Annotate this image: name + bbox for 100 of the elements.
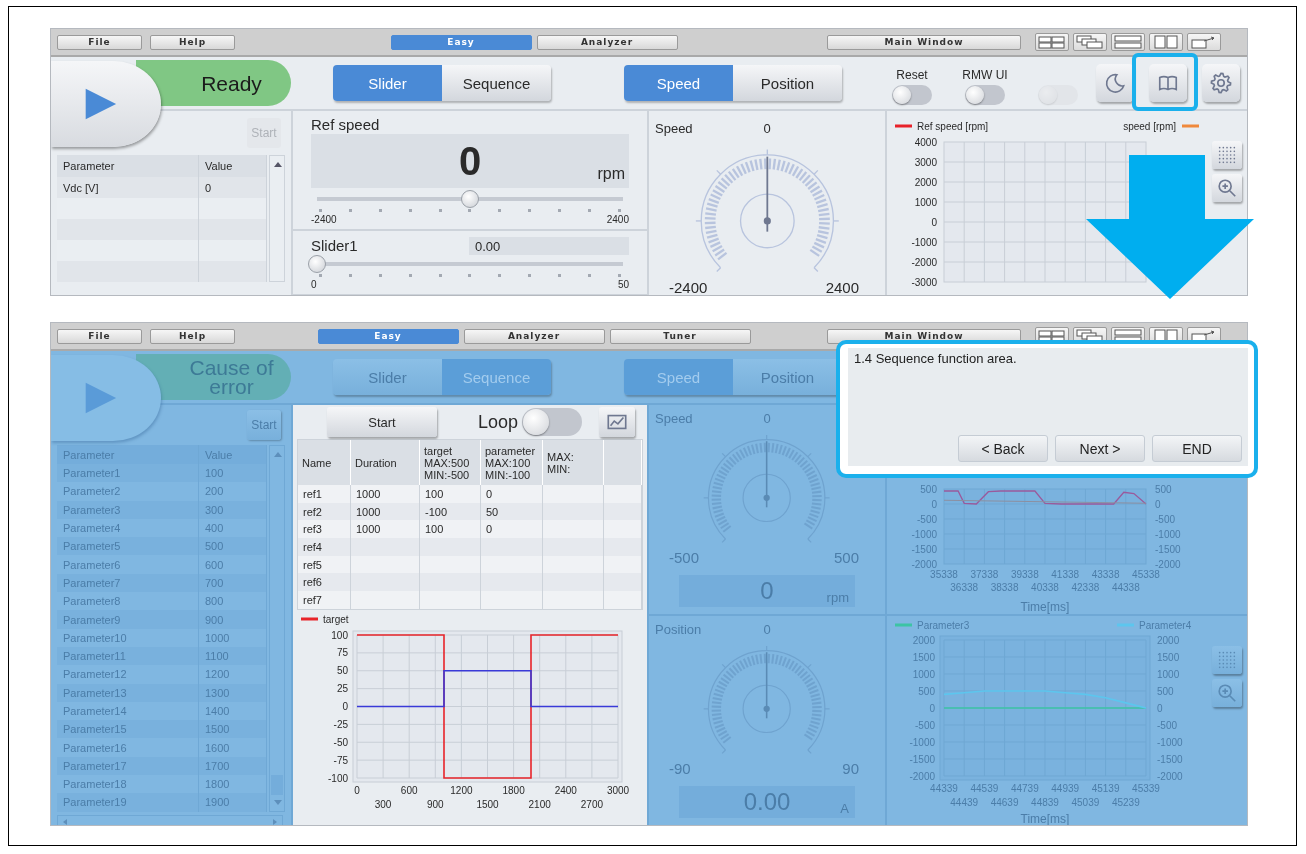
- axis-tick-label: 44439: [950, 797, 979, 808]
- toggle-label: Reset: [896, 68, 928, 82]
- axis-tick-label: 45139: [1091, 783, 1120, 794]
- moon-icon: [1104, 72, 1126, 94]
- axis-tick-label: 2400: [554, 784, 577, 796]
- axis-tick-label: 44338: [1111, 582, 1140, 593]
- mode-tab[interactable]: Tuner: [609, 328, 751, 344]
- toggle-switch[interactable]: [965, 85, 1005, 105]
- legend-label: target: [323, 613, 349, 625]
- axis-tick-label: 36338: [950, 582, 979, 593]
- scale-label: 50: [617, 279, 629, 291]
- tour-button[interactable]: END: [1152, 435, 1242, 462]
- toggle-switch[interactable]: [892, 85, 932, 105]
- view-tab[interactable]: Slider: [333, 65, 442, 101]
- vertical-scrollbar[interactable]: [269, 155, 285, 282]
- tour-button[interactable]: < Back: [958, 435, 1048, 462]
- axis-tick-label: 45039: [1071, 797, 1100, 808]
- gauge-value: 0: [763, 120, 771, 136]
- legend-label: speed [rpm]: [1123, 120, 1176, 132]
- axis-tick-label: 50: [336, 665, 348, 677]
- table-cell: 1000: [351, 502, 420, 521]
- layout-button[interactable]: [1111, 33, 1145, 51]
- mode-tab[interactable]: Easy: [317, 328, 459, 344]
- layout-button[interactable]: [1035, 33, 1069, 51]
- gauge-value: 0: [763, 410, 771, 426]
- axis-tick-label: -1000: [911, 236, 937, 248]
- zoom-button[interactable]: [1212, 679, 1242, 707]
- layout-button[interactable]: [1073, 33, 1107, 51]
- table-cell: -100: [420, 502, 481, 521]
- menu-button[interactable]: Help: [150, 328, 235, 344]
- table-cell: ref2: [298, 502, 351, 521]
- layout-button[interactable]: [1149, 33, 1183, 51]
- slider-thumb[interactable]: [308, 255, 326, 273]
- menu-button[interactable]: Help: [150, 34, 235, 50]
- axis-tick-label: 4000: [914, 136, 937, 148]
- axis-tick-label: 39338: [1010, 569, 1039, 580]
- slider-thumb[interactable]: [461, 190, 479, 208]
- axis-tick-label: 2000: [914, 176, 937, 188]
- mode-tab[interactable]: Easy: [390, 34, 532, 50]
- axis-tick-label: -1000: [909, 736, 935, 748]
- axis-tick-label: 44639: [990, 797, 1019, 808]
- axis-tick-label: 75: [336, 647, 348, 659]
- scale-label: -2400: [311, 214, 337, 226]
- toggle-switch[interactable]: [522, 408, 583, 436]
- scale-label: -2400: [669, 279, 708, 295]
- book-button[interactable]: [1149, 64, 1187, 102]
- axis-tick-label: 1800: [502, 784, 525, 796]
- axis-tick-label: 37338: [970, 569, 999, 580]
- mode-tab[interactable]: Analyzer: [536, 34, 678, 50]
- axis-tick-label: 900: [426, 798, 444, 810]
- view-tab[interactable]: Sequence: [442, 65, 551, 101]
- menu-button[interactable]: File: [57, 34, 142, 50]
- axis-tick-label: 1200: [450, 784, 473, 796]
- table-cell: Parameter16: [57, 738, 199, 757]
- start-button[interactable]: Start: [327, 407, 437, 437]
- legend-label: Parameter3: [917, 619, 970, 631]
- scale-label: 0: [311, 279, 317, 291]
- chart-button[interactable]: [599, 407, 636, 437]
- readout-value: 0: [458, 138, 482, 184]
- moon-button[interactable]: [1096, 64, 1134, 102]
- axis-tick-label: 1000: [912, 668, 935, 680]
- axis-tick-label: 43338: [1091, 569, 1120, 580]
- vertical-scrollbar[interactable]: [269, 445, 285, 812]
- settings-icon: [1210, 72, 1232, 94]
- table-cell: Parameter2: [57, 482, 199, 501]
- play-button[interactable]: [51, 355, 161, 441]
- layout-button[interactable]: [1187, 33, 1221, 51]
- axis-tick-label: 1500: [476, 798, 499, 810]
- zoom-button[interactable]: [1212, 174, 1242, 202]
- scale-label: 2400: [825, 279, 859, 295]
- column-header: parameter MAX:100 MIN:-100: [481, 440, 543, 485]
- axis-tick-label: 44539: [970, 783, 999, 794]
- horizontal-scrollbar[interactable]: [57, 814, 283, 825]
- table-cell: Parameter12: [57, 665, 199, 684]
- axis-tick-label: -3000: [911, 276, 937, 288]
- table-cell: ref7: [298, 591, 351, 609]
- play-button[interactable]: [51, 61, 161, 147]
- mode-tab[interactable]: Speed: [624, 65, 733, 101]
- axis-tick-label: 2100: [528, 798, 551, 810]
- axis-tick-label: 2700: [580, 798, 604, 810]
- grid-button[interactable]: [1212, 646, 1242, 674]
- axis-tick-label: 3000: [606, 784, 630, 796]
- grid-icon: [1216, 144, 1238, 166]
- tour-button[interactable]: Next >: [1055, 435, 1145, 462]
- axis-title: Time[ms]: [1020, 600, 1070, 614]
- mode-tab[interactable]: Analyzer: [463, 328, 605, 344]
- menu-button[interactable]: File: [57, 328, 142, 344]
- unit-label: rpm: [597, 165, 625, 183]
- settings-button[interactable]: [1202, 64, 1240, 102]
- gauge-label: Position: [655, 621, 703, 637]
- axis-tick-label: -1500: [911, 543, 937, 555]
- axis-tick-label: 44739: [1010, 783, 1039, 794]
- window-button[interactable]: Main Window: [827, 34, 1021, 50]
- mode-tab[interactable]: Position: [733, 65, 842, 101]
- axis-tick-label: 25: [336, 682, 348, 694]
- legend-label: Ref speed [rpm]: [917, 120, 989, 132]
- axis-tick-label: 0: [354, 784, 360, 796]
- axis-tick-label: -2000: [911, 256, 937, 268]
- grid-button[interactable]: [1212, 141, 1242, 169]
- table-cell: ref1: [298, 485, 351, 503]
